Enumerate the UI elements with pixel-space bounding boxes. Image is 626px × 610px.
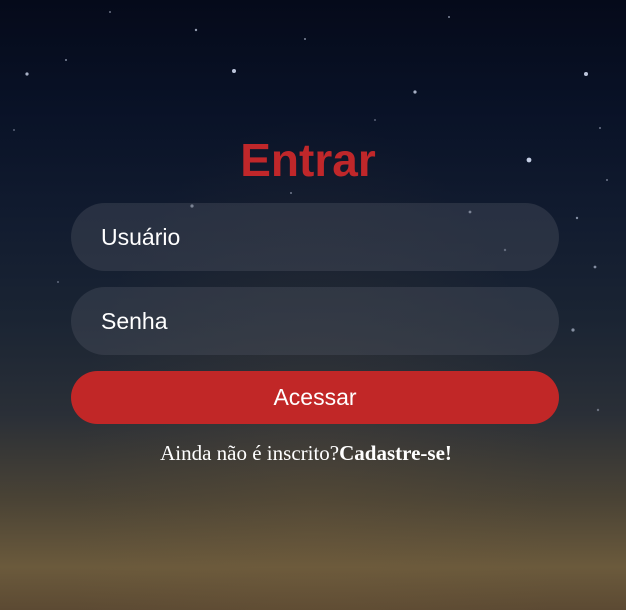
password-input[interactable]: Senha <box>71 287 559 355</box>
username-input[interactable]: Usuário <box>71 203 559 271</box>
page-title: Entrar <box>240 134 376 186</box>
password-placeholder: Senha <box>101 307 168 334</box>
submit-button-label: Acessar <box>273 384 357 410</box>
signup-link[interactable]: Cadastre-se! <box>339 441 452 465</box>
username-placeholder: Usuário <box>101 223 181 250</box>
signup-prompt-text: Ainda não é inscrito? <box>160 441 340 465</box>
signup-prompt: Ainda não é inscrito?Cadastre-se! <box>71 439 541 467</box>
submit-button[interactable]: Acessar <box>71 371 559 424</box>
